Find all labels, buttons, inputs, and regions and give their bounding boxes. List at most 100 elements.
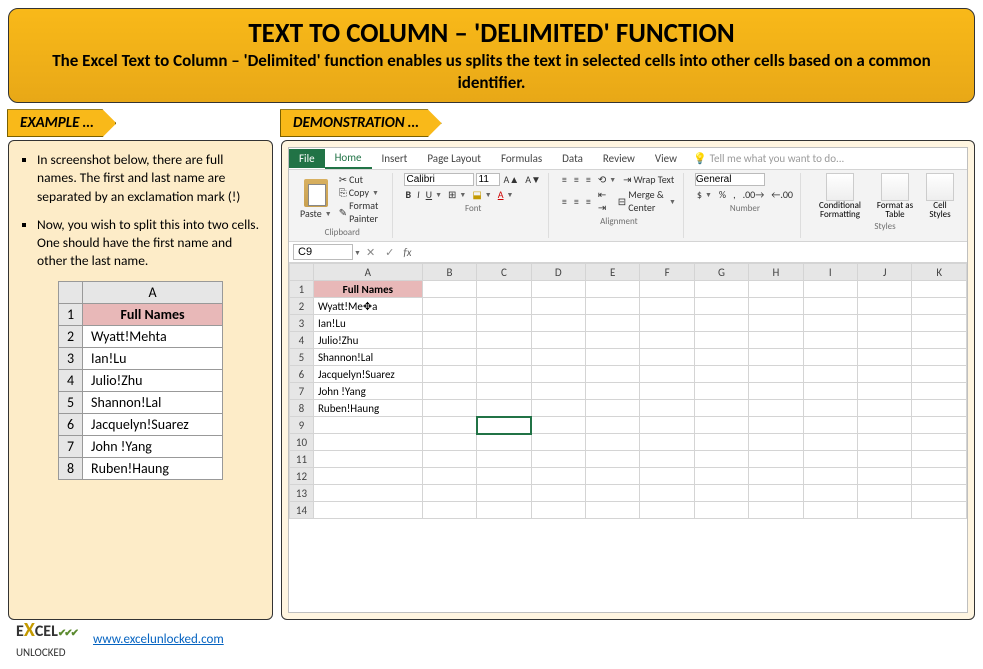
number-format-select[interactable] [695, 173, 765, 186]
align-top-button[interactable]: ≡ [560, 173, 569, 186]
spreadsheet-grid[interactable]: ABCDEFGHIJK1Full Names2Wyatt!Me✥a3Ian!Lu… [289, 263, 967, 612]
cell[interactable] [531, 485, 585, 502]
cell[interactable] [477, 468, 531, 485]
column-header[interactable]: F [640, 264, 694, 281]
row-header[interactable]: 10 [290, 434, 314, 451]
cell[interactable] [694, 366, 748, 383]
cell[interactable] [531, 349, 585, 366]
cell[interactable] [313, 485, 422, 502]
merge-center-button[interactable]: ⊟ Merge & Center▼ [616, 188, 678, 214]
cell[interactable] [640, 281, 694, 298]
cell[interactable] [912, 281, 967, 298]
cell[interactable] [313, 502, 422, 519]
cell[interactable] [749, 383, 803, 400]
cell[interactable] [531, 332, 585, 349]
row-header[interactable]: 7 [290, 383, 314, 400]
wrap-text-button[interactable]: ⇥ Wrap Text [621, 173, 676, 186]
column-header[interactable]: C [477, 264, 531, 281]
cell[interactable] [694, 451, 748, 468]
column-header[interactable]: K [912, 264, 967, 281]
cell[interactable] [694, 281, 748, 298]
cell[interactable] [694, 417, 748, 434]
cell[interactable] [422, 468, 476, 485]
italic-button[interactable]: I [415, 188, 422, 201]
row-header[interactable]: 11 [290, 451, 314, 468]
cell[interactable] [694, 468, 748, 485]
cell[interactable] [422, 434, 476, 451]
cell[interactable]: Ian!Lu [313, 315, 422, 332]
cell[interactable] [858, 485, 912, 502]
cell[interactable] [803, 315, 857, 332]
cell[interactable] [858, 434, 912, 451]
cell[interactable] [531, 383, 585, 400]
cell[interactable] [531, 366, 585, 383]
font-name-input[interactable] [404, 173, 474, 186]
cell[interactable] [858, 315, 912, 332]
cell[interactable] [749, 298, 803, 315]
orientation-button[interactable]: ⟲▼ [596, 173, 618, 186]
row-header[interactable]: 1 [290, 281, 314, 298]
column-header[interactable]: A [313, 264, 422, 281]
cell[interactable] [585, 417, 639, 434]
cell[interactable] [477, 400, 531, 417]
increase-font-button[interactable]: A▲ [502, 173, 522, 186]
cell[interactable] [585, 281, 639, 298]
comma-button[interactable]: , [731, 188, 738, 201]
cancel-formula-button[interactable]: ✕ [361, 246, 380, 259]
cell[interactable] [749, 451, 803, 468]
cell[interactable] [803, 349, 857, 366]
column-header[interactable]: G [694, 264, 748, 281]
column-header[interactable]: D [531, 264, 585, 281]
cell[interactable] [531, 281, 585, 298]
cell[interactable] [640, 400, 694, 417]
cell[interactable] [749, 434, 803, 451]
cell[interactable] [749, 502, 803, 519]
cell[interactable] [912, 298, 967, 315]
currency-button[interactable]: $▼ [695, 188, 714, 201]
cell[interactable] [749, 468, 803, 485]
cell[interactable] [858, 383, 912, 400]
cell[interactable] [531, 468, 585, 485]
cell[interactable] [858, 366, 912, 383]
cell[interactable] [477, 383, 531, 400]
chevron-down-icon[interactable]: ▼ [354, 248, 361, 257]
cell[interactable] [749, 349, 803, 366]
cell[interactable] [803, 451, 857, 468]
cell[interactable] [640, 383, 694, 400]
row-header[interactable]: 4 [290, 332, 314, 349]
cell[interactable] [585, 298, 639, 315]
font-color-button[interactable]: A▼ [496, 188, 516, 201]
cell[interactable]: Shannon!Lal [313, 349, 422, 366]
cell[interactable] [640, 485, 694, 502]
cell[interactable] [749, 485, 803, 502]
tab-review[interactable]: Review [593, 149, 645, 168]
cell[interactable] [422, 349, 476, 366]
cell[interactable] [585, 366, 639, 383]
cell[interactable] [694, 485, 748, 502]
cell[interactable] [694, 400, 748, 417]
cell[interactable] [694, 349, 748, 366]
cell[interactable] [585, 332, 639, 349]
cell[interactable] [531, 451, 585, 468]
cell[interactable] [694, 383, 748, 400]
cell[interactable] [912, 315, 967, 332]
cell[interactable] [803, 400, 857, 417]
row-header[interactable]: 6 [290, 366, 314, 383]
cell[interactable] [694, 434, 748, 451]
cell[interactable] [640, 468, 694, 485]
cell[interactable] [477, 349, 531, 366]
cell[interactable] [749, 417, 803, 434]
cell[interactable] [585, 468, 639, 485]
column-header[interactable]: J [858, 264, 912, 281]
underline-button[interactable]: U▼ [424, 188, 444, 201]
cell[interactable] [477, 298, 531, 315]
cell[interactable] [912, 485, 967, 502]
cell[interactable] [477, 451, 531, 468]
column-header[interactable]: H [749, 264, 803, 281]
cell[interactable] [531, 417, 585, 434]
tab-home[interactable]: Home [325, 148, 372, 169]
decrease-decimal-button[interactable]: ←.00 [769, 188, 795, 201]
cell[interactable] [531, 298, 585, 315]
cell[interactable] [803, 417, 857, 434]
cell[interactable] [422, 298, 476, 315]
